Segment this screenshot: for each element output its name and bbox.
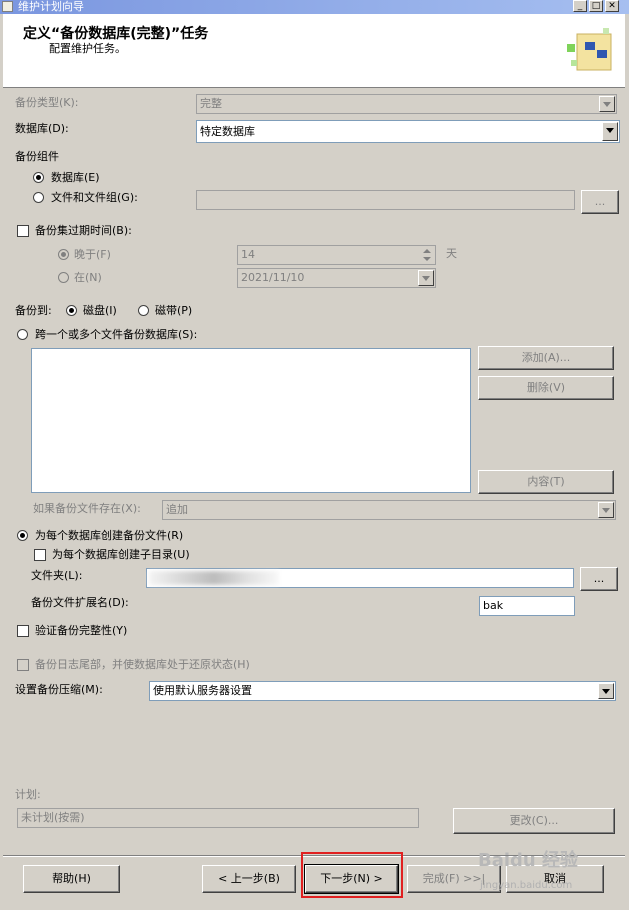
blurred-path-mask <box>149 571 279 585</box>
expire-label: 备份集过期时间(B): <box>35 224 132 237</box>
wizard-header: 定义“备份数据库(完整)”任务 配置维护任务。 <box>3 14 625 88</box>
per-db-radio[interactable] <box>17 530 28 541</box>
subdir-checkbox[interactable] <box>34 549 46 561</box>
spinner-icon <box>420 247 434 263</box>
wizard-graphic-icon <box>567 28 612 71</box>
change-schedule-button: 更改(C)... <box>453 808 615 834</box>
close-icon[interactable]: ✕ <box>605 0 619 12</box>
database-radio-label: 数据库(E) <box>51 171 100 184</box>
maximize-icon[interactable]: □ <box>589 0 603 12</box>
expire-after-label: 晚于(F) <box>74 248 111 261</box>
next-button[interactable]: 下一步(N) > <box>304 864 399 894</box>
if-exists-label: 如果备份文件存在(X): <box>33 502 141 515</box>
folder-browse-button[interactable]: ... <box>580 567 618 591</box>
page-subtitle: 配置维护任务。 <box>49 42 126 55</box>
help-button[interactable]: 帮助(H) <box>23 865 120 893</box>
chevron-down-icon[interactable] <box>598 683 614 699</box>
extension-input[interactable]: bak <box>479 596 575 616</box>
filegroup-radio-label: 文件和文件组(G): <box>51 191 138 204</box>
subdir-label: 为每个数据库创建子目录(U) <box>52 548 190 561</box>
compression-value: 使用默认服务器设置 <box>153 684 252 697</box>
filegroup-browse-button: ... <box>581 190 619 214</box>
watermark-logo: Baidu 经验 <box>478 850 579 871</box>
minimize-icon[interactable]: _ <box>573 0 587 12</box>
wizard-body: 备份类型(K): 完整 数据库(D): 特定数据库 备份组件 数据库(E) 文件… <box>3 88 625 856</box>
tail-log-checkbox <box>17 659 29 671</box>
expire-checkbox[interactable] <box>17 225 29 237</box>
per-db-label: 为每个数据库创建备份文件(R) <box>35 529 184 542</box>
app-icon <box>2 1 13 12</box>
expire-days-unit: 天 <box>446 247 457 260</box>
chevron-down-icon[interactable] <box>602 122 618 141</box>
backup-component-label: 备份组件 <box>15 150 59 163</box>
backup-to-label: 备份到: <box>15 304 52 317</box>
contents-button: 内容(T) <box>478 470 614 494</box>
backup-type-label: 备份类型(K): <box>15 96 79 109</box>
expire-on-radio <box>58 272 69 283</box>
expire-date-picker: 2021/11/10 <box>237 268 436 288</box>
backup-type-select: 完整 <box>196 94 617 114</box>
span-files-radio[interactable] <box>17 329 28 340</box>
backup-files-list[interactable] <box>31 348 471 493</box>
window-titlebar[interactable]: 维护计划向导 _ □ ✕ <box>0 0 629 14</box>
expire-after-radio <box>58 249 69 260</box>
extension-label: 备份文件扩展名(D): <box>31 596 129 609</box>
if-exists-select: 追加 <box>162 500 616 520</box>
filegroup-radio[interactable] <box>33 192 44 203</box>
disk-radio-label: 磁盘(I) <box>83 304 117 317</box>
schedule-value: 未计划(按需) <box>21 811 85 824</box>
back-button[interactable]: < 上一步(B) <box>202 865 296 893</box>
compression-select[interactable]: 使用默认服务器设置 <box>149 681 616 701</box>
disk-radio[interactable] <box>66 305 77 316</box>
compression-label: 设置备份压缩(M): <box>15 683 103 696</box>
database-value: 特定数据库 <box>200 125 255 138</box>
folder-label: 文件夹(L): <box>31 569 83 582</box>
database-label: 数据库(D): <box>15 122 69 135</box>
expire-days-value: 14 <box>241 248 255 261</box>
database-select[interactable]: 特定数据库 <box>196 120 620 143</box>
remove-file-button: 删除(V) <box>478 376 614 400</box>
expire-date-value: 2021/11/10 <box>241 271 305 284</box>
window-title: 维护计划向导 <box>18 0 84 13</box>
schedule-label: 计划: <box>15 788 41 801</box>
chevron-down-icon <box>599 96 615 112</box>
expire-days-field: 14 <box>237 245 436 265</box>
filegroup-field <box>196 190 575 210</box>
chevron-down-icon <box>598 502 614 518</box>
span-files-label: 跨一个或多个文件备份数据库(S): <box>35 328 198 341</box>
folder-input[interactable] <box>146 568 574 588</box>
extension-value: bak <box>483 599 504 612</box>
expire-on-label: 在(N) <box>74 271 102 284</box>
watermark-url: jingyan.baidu.com <box>480 880 573 891</box>
if-exists-value: 追加 <box>166 503 188 516</box>
database-radio[interactable] <box>33 172 44 183</box>
schedule-field: 未计划(按需) <box>17 808 419 828</box>
verify-label: 验证备份完整性(Y) <box>35 624 128 637</box>
chevron-down-icon <box>418 270 434 286</box>
tail-log-label: 备份日志尾部，并使数据库处于还原状态(H) <box>35 658 250 671</box>
backup-type-value: 完整 <box>200 97 222 110</box>
add-file-button: 添加(A)... <box>478 346 614 370</box>
verify-checkbox[interactable] <box>17 625 29 637</box>
tape-radio[interactable] <box>138 305 149 316</box>
tape-radio-label: 磁带(P) <box>155 304 193 317</box>
